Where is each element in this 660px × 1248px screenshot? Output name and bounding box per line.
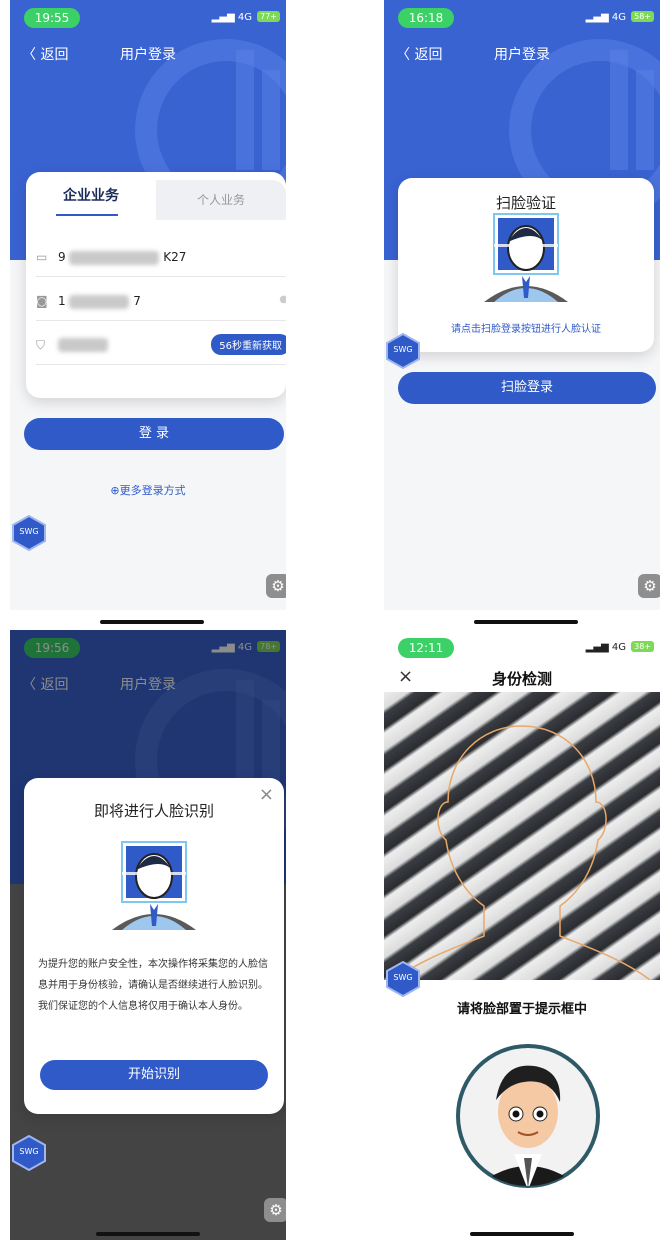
status-bar: 19:55 ▂▄▆ 4G 77+ bbox=[10, 0, 286, 36]
scan-login-button[interactable]: 扫脸登录 bbox=[398, 372, 656, 404]
battery-badge: 77+ bbox=[257, 11, 280, 22]
identity-detection-screen: 12:11 ▂▄▆ 4G 38+ × 身份检测 SWG 请将脸部置于提示框中 bbox=[384, 630, 660, 1240]
dialog-body: 为提升您的账户安全性，本次操作将采集您的人脸信息并用于身份核验，请确认是否继续进… bbox=[38, 959, 268, 1012]
tab-personal[interactable]: 个人业务 bbox=[156, 180, 286, 220]
login-screen: 19:55 ▂▄▆ 4G 77+ 〈 返回 用户登录 企业业务 个人业务 ▭ 9… bbox=[10, 0, 286, 610]
tab-indicator bbox=[56, 214, 118, 216]
face-outline-guide bbox=[393, 725, 651, 980]
gear-icon[interactable]: ⚙ bbox=[266, 574, 286, 598]
face-avatar-icon bbox=[484, 213, 568, 302]
page-title: 身份检测 bbox=[491, 670, 552, 688]
time-pill: 12:11 bbox=[398, 638, 454, 658]
swg-badge[interactable]: SWG bbox=[384, 960, 422, 998]
gear-icon[interactable]: ⚙ bbox=[264, 1198, 286, 1222]
face-confirm-dialog: × 即将进行人脸识别 为提升您的账户安全性，本次操作将采集您的人脸信息并用于身份… bbox=[24, 778, 284, 1114]
dialog-title: 即将进行人脸识别 bbox=[93, 802, 214, 820]
time-pill: 16:18 bbox=[398, 8, 454, 28]
start-recognition-button[interactable]: 开始识别 bbox=[40, 1060, 268, 1090]
page-title: 用户登录 bbox=[494, 47, 550, 63]
more-login-link[interactable]: ⊕更多登录方式 bbox=[10, 482, 286, 498]
face-hint-text: 请点击扫脸登录按钮进行人脸认证 bbox=[451, 324, 601, 335]
face-scan-card: 扫脸验证 请点击扫脸登录按钮进行人脸认证 bbox=[398, 178, 654, 352]
instruction-text: 请将脸部置于提示框中 bbox=[456, 1002, 587, 1017]
face-avatar-icon bbox=[112, 841, 196, 930]
status-bar: 16:18 ▂▄▆ 4G 58+ bbox=[384, 0, 660, 36]
redacted-value bbox=[58, 338, 108, 352]
user-icon: ◙ bbox=[36, 294, 48, 308]
redacted-value bbox=[69, 294, 130, 309]
time-pill: 19:55 bbox=[24, 8, 80, 28]
sms-code-field[interactable]: ⛉ 56秒重新获取 bbox=[36, 326, 286, 365]
phone-field[interactable]: ◙ 1 7 ● bbox=[36, 282, 286, 321]
camera-preview bbox=[384, 692, 660, 980]
status-bar: 12:11 ▂▄▆ 4G 38+ bbox=[384, 630, 660, 666]
battery-badge: 58+ bbox=[631, 11, 654, 22]
swg-badge[interactable]: SWG bbox=[384, 332, 422, 370]
credit-code-field[interactable]: ▭ 9 K27 bbox=[36, 238, 286, 277]
face-confirm-screen: 19:56 ▂▄▆ 4G 78+ 〈 返回 用户登录 × 即将进行人脸识别 为提… bbox=[10, 630, 286, 1240]
resend-code-button[interactable]: 56秒重新获取 bbox=[211, 334, 286, 355]
cartoon-face-icon bbox=[456, 1044, 600, 1188]
gear-icon[interactable]: ⚙ bbox=[638, 574, 660, 598]
network-indicator: ▂▄▆ 4G bbox=[585, 12, 626, 23]
page-title: 用户登录 bbox=[120, 47, 176, 63]
network-indicator: ▂▄▆ 4G bbox=[211, 12, 252, 23]
tab-company[interactable]: 企业业务 bbox=[26, 172, 156, 220]
shield-icon: ⛉ bbox=[36, 338, 46, 352]
card-title: 扫脸验证 bbox=[495, 194, 556, 212]
id-card-icon: ▭ bbox=[36, 250, 48, 264]
home-indicator bbox=[96, 1232, 200, 1236]
clear-icon[interactable]: ● bbox=[279, 294, 286, 305]
login-button[interactable]: 登 录 bbox=[24, 418, 284, 450]
swg-badge[interactable]: SWG bbox=[10, 1134, 48, 1172]
login-card: 企业业务 个人业务 ▭ 9 K27 ◙ 1 7 ● ⛉ 56秒重新获取 bbox=[26, 172, 286, 398]
battery-badge: 38+ bbox=[631, 641, 654, 652]
home-indicator bbox=[100, 620, 204, 624]
swg-badge[interactable]: SWG bbox=[10, 514, 48, 552]
home-indicator bbox=[470, 1232, 574, 1236]
face-scan-screen: 16:18 ▂▄▆ 4G 58+ 〈 返回 用户登录 扫脸验证 请点击扫脸登录按… bbox=[384, 0, 660, 610]
network-indicator: ▂▄▆ 4G bbox=[585, 642, 626, 653]
home-indicator bbox=[474, 620, 578, 624]
redacted-value bbox=[69, 250, 160, 265]
